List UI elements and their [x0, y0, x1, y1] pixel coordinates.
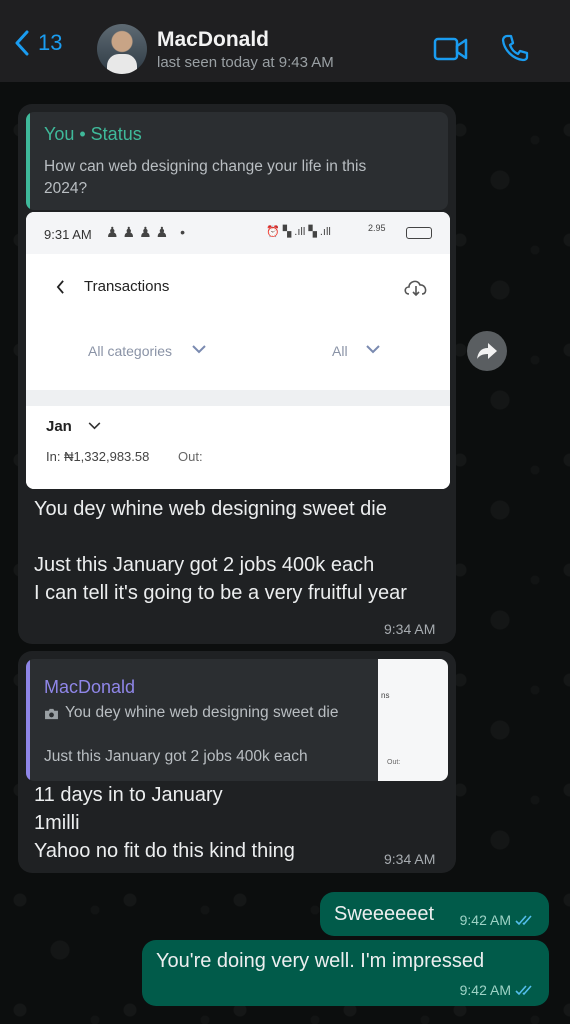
screenshot-title: Transactions: [84, 278, 170, 295]
network-speed: 2.95: [368, 223, 386, 233]
camera-icon: [45, 708, 58, 720]
screenshot-summary-card: [26, 406, 450, 489]
outgoing-message-2[interactable]: You're doing very well. I'm impressed 9:…: [142, 940, 549, 1006]
screenshot-back-icon: [56, 280, 64, 294]
type-filter: All: [332, 343, 348, 359]
chevron-down-icon: [192, 345, 206, 354]
message-text: 11 days in to January 1milli Yahoo no fi…: [34, 784, 295, 862]
cloud-download-icon: [404, 280, 427, 297]
quote-thumbnail: ns Out:: [378, 659, 448, 781]
message-time: 9:34 AM: [384, 621, 436, 637]
quote-line-2: Just this January got 2 jobs 400k each: [44, 748, 308, 765]
thumbnail-text: Out:: [387, 759, 401, 766]
outgoing-message-1[interactable]: Sweeeeeet 9:42 AM: [320, 892, 549, 936]
back-button[interactable]: 13: [14, 30, 62, 56]
unread-count: 13: [38, 30, 63, 55]
last-seen-status: last seen today at 9:43 AM: [157, 54, 334, 71]
chevron-down-icon: [88, 422, 101, 430]
forward-arrow-icon: [477, 343, 497, 359]
contact-name[interactable]: MacDonald: [157, 28, 269, 52]
forward-button[interactable]: [467, 331, 507, 371]
quote-text: How can web designing change your life i…: [44, 158, 367, 197]
chevron-down-icon: [366, 345, 380, 354]
chevron-left-icon: [15, 30, 29, 56]
thumbnail-text: ns: [381, 691, 390, 700]
phone-icon[interactable]: [500, 33, 530, 63]
battery-icon: [406, 227, 432, 239]
video-call-icon[interactable]: [433, 36, 469, 62]
read-receipt-icon: [515, 985, 532, 996]
status-reply-quote[interactable]: You • Status How can web designing chang…: [26, 112, 448, 210]
quote-accent-bar: [26, 112, 30, 210]
screenshot-divider: [26, 390, 450, 406]
message-text: You dey whine web designing sweet die Ju…: [34, 498, 407, 604]
quote-author: MacDonald: [44, 677, 136, 697]
reply-quote[interactable]: MacDonald You dey whine web designing sw…: [26, 659, 448, 781]
message-time: 9:42 AM: [459, 982, 511, 998]
message-time: 9:42 AM: [459, 912, 511, 928]
message-meta: 9:42 AM: [460, 982, 535, 998]
quote-accent-bar: [26, 659, 30, 781]
income-total: In: ₦1,332,983.58: [46, 449, 150, 464]
screenshot-status-bar: 9:31 AM ♟♟♟♟ • ⏰ ▚ .ıll ▚ .ıll 2.95: [26, 212, 450, 254]
outgoing-total: Out:: [178, 449, 203, 464]
message-time: 9:34 AM: [384, 851, 436, 867]
screenshot-clock: 9:31 AM: [44, 227, 92, 242]
avatar[interactable]: [97, 24, 147, 74]
quote-line-1: You dey whine web designing sweet die: [65, 704, 339, 721]
snapchat-icon: ♟♟♟♟ •: [106, 224, 189, 240]
quote-author: You • Status: [44, 124, 142, 144]
message-text: You're doing very well. I'm impressed: [156, 950, 485, 972]
attached-screenshot[interactable]: 9:31 AM ♟♟♟♟ • ⏰ ▚ .ıll ▚ .ıll 2.95 Tran…: [26, 212, 450, 489]
month-selector: Jan: [46, 418, 72, 435]
message-text: Sweeeeeet: [334, 903, 435, 925]
category-filter: All categories: [88, 343, 173, 359]
screenshot-header-card: [26, 254, 450, 390]
read-receipt-icon: [515, 915, 532, 926]
status-icons: ⏰ ▚ .ıll ▚ .ıll: [266, 226, 331, 238]
message-meta: 9:42 AM: [460, 912, 535, 928]
chat-header: 13 MacDonald last seen today at 9:43 AM: [0, 0, 570, 82]
